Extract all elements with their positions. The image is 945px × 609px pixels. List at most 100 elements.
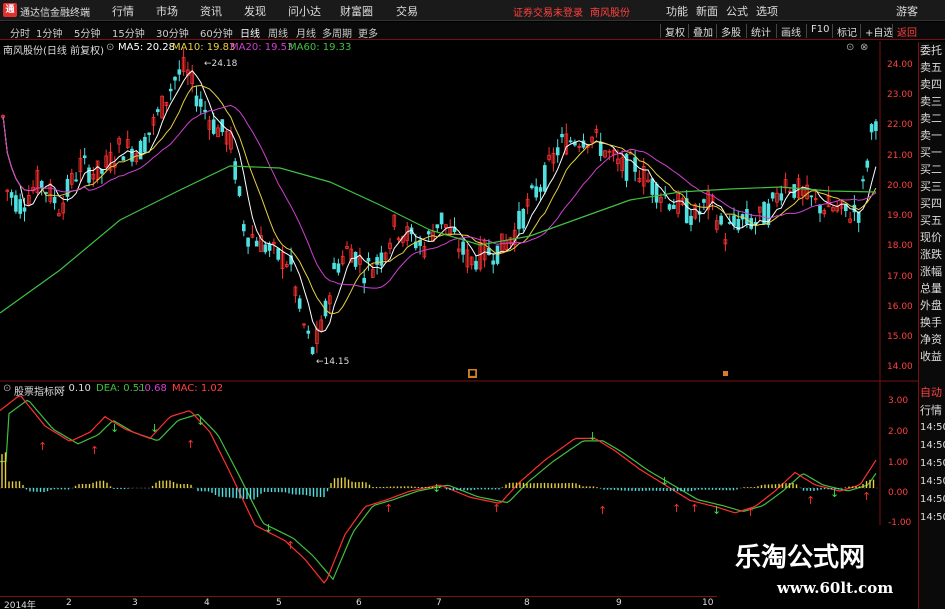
event-dot-icon[interactable]: [723, 371, 728, 376]
candle-body: [9, 192, 14, 198]
time-tick: 7: [436, 598, 442, 608]
side-change: 涨跌: [920, 248, 942, 261]
moving-average-lines: [0, 69, 877, 333]
side-delegate[interactable]: 委托: [920, 42, 942, 58]
candle-body: [534, 186, 538, 198]
candle-body: [667, 204, 672, 210]
candle-body: [745, 208, 749, 224]
side-price: 现价: [920, 231, 942, 244]
price-tick: 24.00: [887, 60, 913, 70]
side-quote[interactable]: 行情: [920, 402, 942, 418]
buy-arrow-icon: ↑: [690, 502, 699, 515]
candle-body: [568, 140, 573, 143]
quote-side-panel: 委托 卖五 卖四 卖三 卖二 卖一 买一 买二 买三 买四 买五 现价 涨跌 涨…: [918, 42, 945, 609]
price-tick: 14.00: [887, 362, 913, 372]
buy-arrow-icon: ↑: [286, 539, 295, 552]
candle-body: [375, 257, 379, 265]
candle-body: [177, 69, 182, 75]
low-annotation: ←14.15: [316, 357, 350, 367]
candle-body: [856, 212, 861, 223]
candle-body: [491, 260, 495, 265]
buy-arrow-icon: ↑: [90, 444, 99, 457]
side-buy3: 买三: [920, 180, 942, 193]
time-tick: 9: [616, 598, 622, 608]
candle-body: [203, 109, 207, 113]
watermark-title: 乐淘公式网: [735, 543, 866, 573]
macd-tick: 0.00: [888, 488, 909, 498]
buy-arrow-icon: ↑: [38, 440, 47, 453]
candle-body: [530, 185, 534, 189]
candle-body: [22, 207, 27, 212]
price-tick: 17.00: [887, 272, 913, 282]
candle-body: [555, 147, 560, 156]
candle-body: [366, 258, 371, 262]
side-auto[interactable]: 自动: [920, 384, 942, 400]
candle-body: [353, 251, 358, 267]
candle-body: [779, 193, 784, 201]
price-tick: 21.00: [887, 151, 913, 161]
candle-body: [861, 179, 865, 182]
candle-body: [310, 347, 315, 355]
macd-settings-icon[interactable]: ⊙: [3, 383, 11, 394]
ma5-line: [2, 69, 877, 333]
candle-body: [732, 215, 736, 226]
candle-body: [173, 76, 177, 81]
candle-body: [770, 192, 775, 199]
side-sell2: 卖二: [920, 112, 942, 125]
time-tick: 6: [356, 598, 362, 608]
kline-chart[interactable]: ↑ ↑ ↑↑↑ ↑ ↑ ↑ ↑ ↑↑ ↑↓ ↓↓↓↓↓↓↓↓: [0, 0, 945, 609]
sell-arrow-icon: ↓: [830, 487, 839, 500]
candlestick-series: [1, 48, 878, 356]
side-time: 14:50: [920, 440, 945, 451]
price-tick: 18.00: [887, 241, 913, 251]
macd-tick: 3.00: [888, 396, 909, 406]
ma20-line: [2, 104, 877, 289]
candle-body: [147, 132, 152, 135]
buy-arrow-icon: ↑: [672, 502, 681, 515]
candle-body: [198, 98, 203, 107]
buy-arrow-icon: ↑: [384, 502, 393, 515]
sell-arrow-icon: ↓: [196, 415, 205, 428]
low-value: 14.15: [323, 357, 350, 367]
side-net-asset: 净资: [920, 333, 942, 346]
candle-body: [689, 215, 693, 225]
side-time: 14:50: [920, 422, 945, 433]
buy-arrow-icon: ↑: [746, 506, 755, 519]
candle-body: [297, 298, 302, 309]
indicator-value-3: : 0.68: [138, 383, 167, 394]
buy-arrow-icon: ↑: [186, 438, 195, 451]
candle-body: [263, 244, 268, 253]
side-turnover: 换手: [920, 316, 942, 329]
candle-body: [684, 198, 689, 224]
time-tick: 5: [276, 598, 282, 608]
event-marker-icon[interactable]: ■: [468, 369, 477, 378]
candle-body: [517, 210, 521, 230]
indicator-name: 股票指标网: [14, 387, 64, 398]
ma60-line: [0, 165, 877, 314]
candle-body: [246, 237, 250, 247]
candle-body: [306, 330, 311, 334]
candle-body: [792, 184, 796, 198]
candle-body: [74, 179, 78, 182]
candle-body: [379, 252, 384, 266]
candle-body: [276, 248, 280, 260]
candle-body: [543, 165, 547, 192]
time-tick: 4: [204, 598, 210, 608]
side-time: 14:50: [920, 476, 945, 487]
time-tick: 3: [132, 598, 138, 608]
candle-body: [762, 201, 766, 225]
side-volume: 总量: [920, 282, 942, 295]
sell-arrow-icon: ↓: [712, 504, 721, 517]
candle-body: [194, 95, 199, 107]
candle-body: [435, 224, 440, 229]
price-tick: 23.00: [887, 90, 913, 100]
candle-body: [865, 160, 870, 168]
candle-body: [654, 183, 659, 203]
side-sell3: 卖三: [920, 95, 942, 108]
candle-body: [336, 263, 341, 273]
candle-body: [82, 155, 87, 159]
side-sell4: 卖四: [920, 78, 942, 91]
candle-body: [138, 140, 143, 160]
candle-body: [719, 215, 723, 225]
candle-body: [538, 187, 543, 192]
